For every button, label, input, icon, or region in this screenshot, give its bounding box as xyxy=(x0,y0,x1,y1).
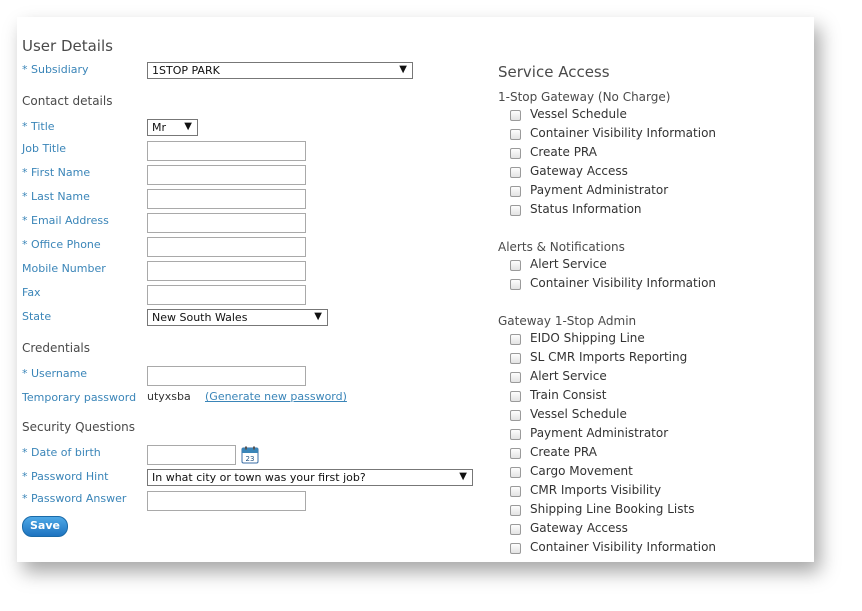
service-checkbox[interactable] xyxy=(510,410,521,421)
service-checkbox-label: Gateway Access xyxy=(530,164,628,178)
calendar-day-text: 23 xyxy=(246,455,255,463)
chevron-down-icon: ▼ xyxy=(314,311,322,322)
service-checkbox-label: Container Visibility Information xyxy=(530,126,717,140)
contact-details-heading: Contact details xyxy=(22,94,113,108)
page-title: User Details xyxy=(22,37,113,55)
password-answer-field[interactable] xyxy=(147,491,306,511)
chevron-down-icon: ▼ xyxy=(399,64,407,75)
credentials-heading: Credentials xyxy=(22,341,91,355)
title-select[interactable]: Mr ▼ xyxy=(147,119,198,136)
temp-password-label: Temporary password xyxy=(22,391,137,404)
save-button[interactable]: Save xyxy=(22,516,68,537)
service-checkbox[interactable] xyxy=(510,129,521,140)
service-checkbox-label: Container Visibility Information xyxy=(530,276,717,290)
service-checkbox[interactable] xyxy=(510,543,521,554)
service-checkbox[interactable] xyxy=(510,505,521,516)
service-checkbox-label: Create PRA xyxy=(530,445,597,459)
service-checkbox[interactable] xyxy=(510,486,521,497)
office-phone-label: * Office Phone xyxy=(22,238,101,251)
subsidiary-label: * Subsidiary xyxy=(22,63,89,76)
service-checkbox-label: Gateway Access xyxy=(530,521,628,535)
service-checkbox-label: Shipping Line Booking Lists xyxy=(530,502,695,516)
service-checkbox[interactable] xyxy=(510,448,521,459)
service-checkbox-label: Payment Administrator xyxy=(530,426,669,440)
first-name-field[interactable] xyxy=(147,165,306,185)
service-checkbox-label: Create PRA xyxy=(530,145,597,159)
last-name-label: * Last Name xyxy=(22,190,90,203)
subsidiary-select[interactable]: 1STOP PARK ▼ xyxy=(147,62,413,79)
service-group-heading: Gateway 1-Stop Admin xyxy=(498,314,637,328)
service-checkbox[interactable] xyxy=(510,467,521,478)
title-value: Mr xyxy=(152,121,167,134)
service-checkbox[interactable] xyxy=(510,110,521,121)
service-checkbox[interactable] xyxy=(510,186,521,197)
service-checkbox-label: Alert Service xyxy=(530,369,607,383)
first-name-label: * First Name xyxy=(22,166,91,179)
service-checkbox-label: Container Visibility Information xyxy=(530,540,717,554)
chevron-down-icon: ▼ xyxy=(459,471,467,482)
temp-password-value: utyxsba xyxy=(147,390,191,403)
fax-label: Fax xyxy=(22,286,41,299)
username-label: * Username xyxy=(22,367,88,380)
service-checkbox[interactable] xyxy=(510,372,521,383)
service-checkbox[interactable] xyxy=(510,429,521,440)
state-select[interactable]: New South Wales ▼ xyxy=(147,309,328,326)
service-access-title: Service Access xyxy=(498,63,610,81)
service-checkbox-label: SL CMR Imports Reporting xyxy=(530,350,688,364)
service-checkbox[interactable] xyxy=(510,260,521,271)
state-value: New South Wales xyxy=(152,311,248,324)
office-phone-field[interactable] xyxy=(147,237,306,257)
password-hint-value: In what city or town was your first job? xyxy=(152,471,366,484)
password-hint-select[interactable]: In what city or town was your first job?… xyxy=(147,469,473,486)
service-group-heading: 1-Stop Gateway (No Charge) xyxy=(498,90,671,104)
service-checkbox-label: Vessel Schedule xyxy=(530,107,627,121)
service-checkbox[interactable] xyxy=(510,391,521,402)
service-checkbox-label: Cargo Movement xyxy=(530,464,633,478)
mobile-label: Mobile Number xyxy=(22,262,106,275)
last-name-field[interactable] xyxy=(147,189,306,209)
password-answer-label: * Password Answer xyxy=(22,492,127,505)
service-checkbox[interactable] xyxy=(510,524,521,535)
email-field[interactable] xyxy=(147,213,306,233)
security-questions-heading: Security Questions xyxy=(22,420,136,434)
service-checkbox-label: Train Consist xyxy=(530,388,607,402)
dob-label: * Date of birth xyxy=(22,446,101,459)
service-checkbox[interactable] xyxy=(510,148,521,159)
generate-password-link[interactable]: (Generate new password) xyxy=(205,390,347,403)
service-checkbox-label: Status Information xyxy=(530,202,642,216)
title-label: * Title xyxy=(22,120,55,133)
dob-field[interactable] xyxy=(147,445,236,465)
password-hint-label: * Password Hint xyxy=(22,470,109,483)
job-title-label: Job Title xyxy=(22,142,67,155)
email-label: * Email Address xyxy=(22,214,109,227)
mobile-field[interactable] xyxy=(147,261,306,281)
calendar-icon[interactable]: 23 xyxy=(241,446,259,464)
job-title-field[interactable] xyxy=(147,141,306,161)
service-checkbox-label: Alert Service xyxy=(530,257,607,271)
service-checkbox[interactable] xyxy=(510,205,521,216)
service-checkbox[interactable] xyxy=(510,334,521,345)
service-checkbox-label: Vessel Schedule xyxy=(530,407,627,421)
service-checkbox-label: EIDO Shipping Line xyxy=(530,331,645,345)
service-group-heading: Alerts & Notifications xyxy=(498,240,625,254)
service-checkbox[interactable] xyxy=(510,167,521,178)
subsidiary-value: 1STOP PARK xyxy=(152,64,220,77)
state-label: State xyxy=(22,310,52,323)
service-checkbox[interactable] xyxy=(510,353,521,364)
service-checkbox-label: CMR Imports Visibility xyxy=(530,483,662,497)
service-checkbox-label: Payment Administrator xyxy=(530,183,669,197)
fax-field[interactable] xyxy=(147,285,306,305)
service-checkbox[interactable] xyxy=(510,279,521,290)
username-field[interactable] xyxy=(147,366,306,386)
chevron-down-icon: ▼ xyxy=(184,121,192,132)
